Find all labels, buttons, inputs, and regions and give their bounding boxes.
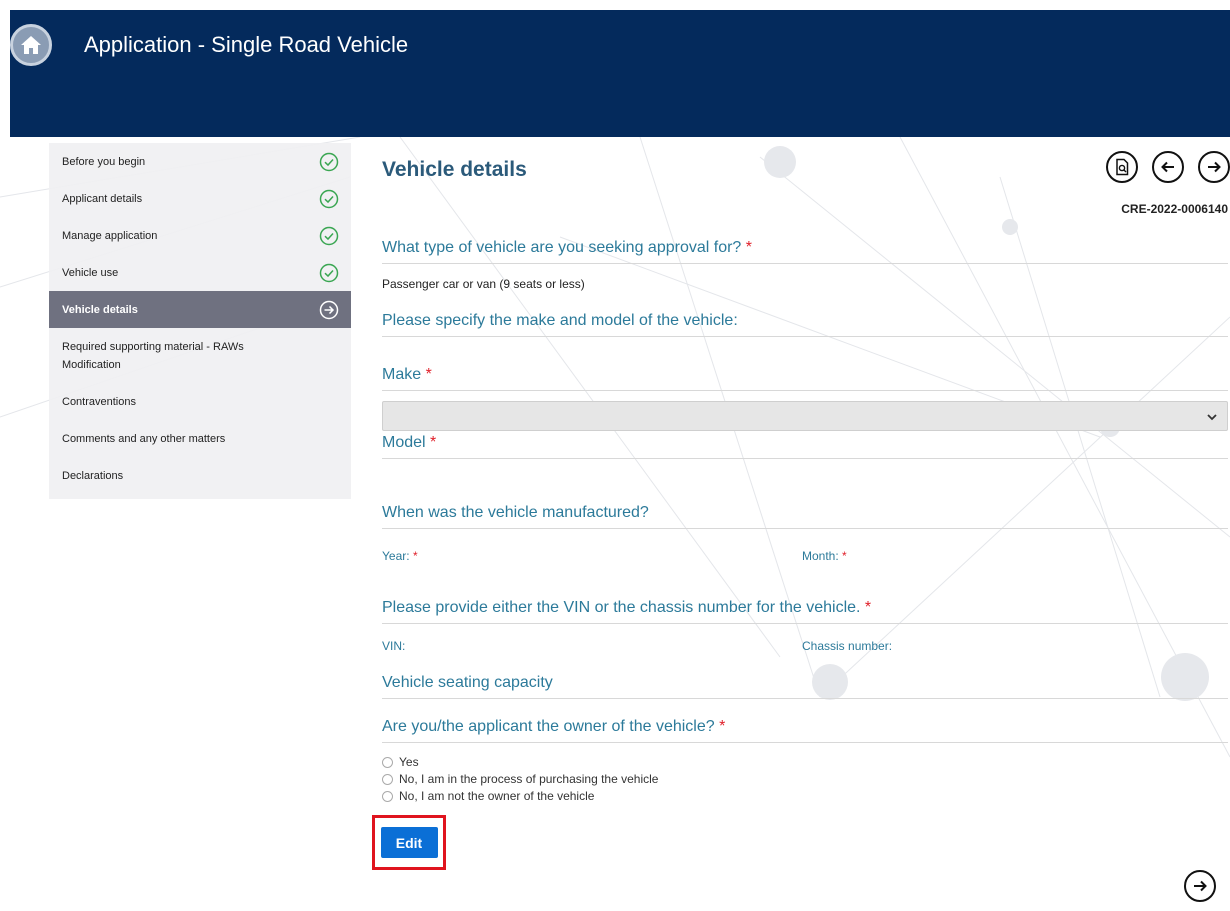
chassis-number-label: Chassis number: xyxy=(802,639,893,653)
required-marker: * xyxy=(745,239,752,256)
edit-button[interactable]: Edit xyxy=(380,827,438,858)
check-circle-icon xyxy=(319,189,339,208)
owner-option-yes[interactable]: Yes xyxy=(382,755,419,769)
sidebar-item-label: Contraventions xyxy=(62,395,136,408)
sidebar-item-before-you-begin[interactable]: Before you begin xyxy=(49,143,351,180)
question-vin: Please provide either the VIN or the cha… xyxy=(382,599,1228,624)
arrow-right-icon xyxy=(1194,880,1207,892)
month-label-text: Month: xyxy=(802,549,839,563)
required-marker: * xyxy=(412,549,418,563)
arrow-right-icon xyxy=(1208,161,1221,173)
main-content: Vehicle details CRE-2022-0006140 What ty… xyxy=(372,140,1230,911)
radio-button[interactable] xyxy=(382,773,393,785)
arrow-right-circle-icon xyxy=(319,300,339,319)
next-page-button-bottom[interactable] xyxy=(1184,870,1216,902)
question-vehicle-type: What type of vehicle are you seeking app… xyxy=(382,239,1228,264)
radio-label: No, I am in the process of purchasing th… xyxy=(399,772,659,786)
required-marker: * xyxy=(425,366,432,383)
question-text: Are you/the applicant the owner of the v… xyxy=(382,718,715,735)
question-text: Vehicle seating capacity xyxy=(382,674,553,691)
sidebar-item-comments[interactable]: Comments and any other matters xyxy=(49,420,351,457)
sidebar-item-label: Vehicle use xyxy=(62,266,119,279)
home-button[interactable] xyxy=(10,24,52,66)
question-text: What type of vehicle are you seeking app… xyxy=(382,239,742,256)
edit-button-highlight: Edit xyxy=(372,815,446,870)
sidebar-nav: Before you begin Applicant details Manag… xyxy=(49,143,351,499)
sidebar-item-applicant-details[interactable]: Applicant details xyxy=(49,180,351,217)
sidebar-item-label: Applicant details xyxy=(62,192,143,205)
sidebar-item-label: Required supporting material - RAWs Modi… xyxy=(62,340,244,371)
check-circle-icon xyxy=(319,152,339,171)
sidebar-item-declarations[interactable]: Declarations xyxy=(49,457,351,494)
home-icon xyxy=(21,36,41,54)
preview-document-button[interactable] xyxy=(1106,151,1138,183)
owner-option-not-owner[interactable]: No, I am not the owner of the vehicle xyxy=(382,789,594,803)
required-marker: * xyxy=(719,718,726,735)
app-header: Application - Single Road Vehicle xyxy=(10,10,1230,137)
app-title: Application - Single Road Vehicle xyxy=(84,32,409,57)
radio-button[interactable] xyxy=(382,790,393,802)
radio-label: Yes xyxy=(399,755,419,769)
sidebar-item-vehicle-details[interactable]: Vehicle details xyxy=(49,291,351,328)
question-make-model: Please specify the make and model of the… xyxy=(382,312,1228,337)
required-marker: * xyxy=(842,549,847,563)
month-label: Month: * xyxy=(802,549,847,563)
sidebar-item-label: Manage application xyxy=(62,229,158,242)
sidebar-item-label: Vehicle details xyxy=(62,303,138,316)
application-reference: CRE-2022-0006140 xyxy=(1121,202,1228,216)
question-text: Make xyxy=(382,366,422,383)
model-field-label: Model * xyxy=(382,434,1228,459)
chevron-down-icon xyxy=(1207,414,1217,421)
document-preview-icon xyxy=(1116,158,1129,176)
year-label-text: Year: xyxy=(382,549,410,563)
question-text: Please specify the make and model of the… xyxy=(382,312,738,329)
check-circle-icon xyxy=(319,226,339,245)
check-circle-icon xyxy=(319,263,339,282)
sidebar-item-supporting-material[interactable]: Required supporting material - RAWs Modi… xyxy=(49,328,351,383)
sidebar-item-vehicle-use[interactable]: Vehicle use xyxy=(49,254,351,291)
radio-label: No, I am not the owner of the vehicle xyxy=(399,789,595,803)
sidebar-item-label: Before you begin xyxy=(62,155,146,168)
sidebar-item-label: Comments and any other matters xyxy=(62,432,226,445)
make-select[interactable] xyxy=(382,401,1228,431)
previous-page-button[interactable] xyxy=(1152,151,1184,183)
year-label: Year: * xyxy=(382,549,418,563)
arrow-left-icon xyxy=(1161,161,1174,173)
sidebar-item-manage-application[interactable]: Manage application xyxy=(49,217,351,254)
question-seating-capacity: Vehicle seating capacity xyxy=(382,674,1228,699)
make-field-label: Make * xyxy=(382,366,1228,391)
question-owner: Are you/the applicant the owner of the v… xyxy=(382,718,1228,743)
question-manufactured: When was the vehicle manufactured? xyxy=(382,504,1228,529)
radio-button[interactable] xyxy=(382,756,393,768)
question-text: Please provide either the VIN or the cha… xyxy=(382,599,861,616)
vehicle-type-answer: Passenger car or van (9 seats or less) xyxy=(382,277,585,291)
next-page-button[interactable] xyxy=(1198,151,1230,183)
required-marker: * xyxy=(430,434,437,451)
vin-label: VIN: xyxy=(382,639,406,653)
question-text: When was the vehicle manufactured? xyxy=(382,504,649,521)
page-title: Vehicle details xyxy=(382,158,527,181)
sidebar-item-contraventions[interactable]: Contraventions xyxy=(49,383,351,420)
required-marker: * xyxy=(864,599,872,616)
sidebar-item-label: Declarations xyxy=(62,469,124,482)
owner-option-purchasing[interactable]: No, I am in the process of purchasing th… xyxy=(382,772,658,786)
question-text: Model xyxy=(382,434,426,451)
page-action-icons xyxy=(1106,151,1230,183)
